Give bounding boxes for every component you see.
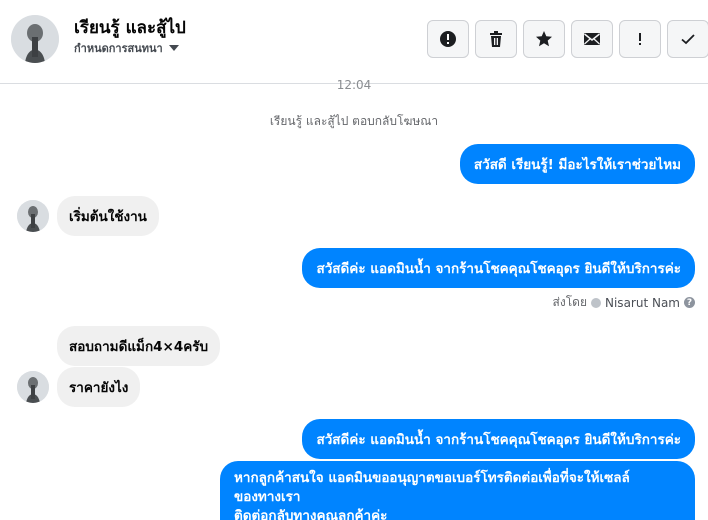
delete-button[interactable] [475, 20, 517, 58]
help-icon[interactable]: ? [684, 297, 695, 308]
star-icon [536, 31, 552, 47]
conversation-settings-dropdown[interactable]: กำหนดการสนทนา [74, 39, 179, 57]
message-line: หากลูกค้าสนใจ แอดมินขออนุญาตขอเบอร์โทรติ… [234, 470, 630, 486]
sent-by-name[interactable]: Nisarut Nam [605, 296, 680, 310]
outgoing-message[interactable]: สวัสดีค่ะ แอดมินน้ำ จากร้านโชคคุณโชคอุดร… [302, 419, 695, 459]
outgoing-message[interactable]: หากลูกค้าสนใจ แอดมินขออนุญาตขอเบอร์โทรติ… [220, 461, 695, 520]
mail-icon [584, 33, 600, 45]
system-message: เรียนรู้ และสู้ไป ตอบกลับโฆษณา [269, 114, 439, 128]
caret-down-icon [168, 45, 179, 51]
mark-unread-button[interactable] [571, 20, 613, 58]
sent-by-label: ส่งโดย [552, 295, 587, 309]
incoming-message[interactable]: สอบถามดีแม็ก4×4ครับ [57, 326, 221, 366]
message-timestamp: 12:04 [336, 78, 372, 92]
mark-done-button[interactable] [667, 20, 708, 58]
incoming-message[interactable]: ราคายังไง [57, 367, 141, 407]
sent-by-info: ส่งโดย Nisarut Nam ? [553, 293, 695, 312]
check-icon [681, 34, 695, 45]
exclamation-icon [639, 33, 641, 45]
star-button[interactable] [523, 20, 565, 58]
message-line: ของทางเรา [234, 489, 301, 505]
outgoing-message[interactable]: สวัสดี เรียนรู้! มีอะไรให้เราช่วยไหม [459, 144, 695, 184]
contact-avatar[interactable] [11, 15, 59, 63]
sender-avatar [17, 200, 49, 232]
alert-circle-icon [440, 31, 456, 47]
conversation-header: เรียนรู้ และสู้ไป กำหนดการสนทนา [0, 0, 708, 84]
trash-icon [490, 31, 502, 47]
report-button[interactable] [427, 20, 469, 58]
message-line: ติดต่อกลับทางคุณลูกค้าค่ะ [234, 508, 388, 520]
spam-button[interactable] [619, 20, 661, 58]
conversation-settings-label: กำหนดการสนทนา [74, 42, 163, 55]
sender-avatar [17, 371, 49, 403]
incoming-message[interactable]: เริ่มต้นใช้งาน [57, 196, 159, 236]
header-toolbar [427, 20, 708, 58]
outgoing-message[interactable]: สวัสดีค่ะ แอดมินน้ำ จากร้านโชคคุณโชคอุดร… [302, 248, 695, 288]
sent-status-icon [591, 297, 601, 308]
contact-name[interactable]: เรียนรู้ และสู้ไป [74, 14, 186, 41]
